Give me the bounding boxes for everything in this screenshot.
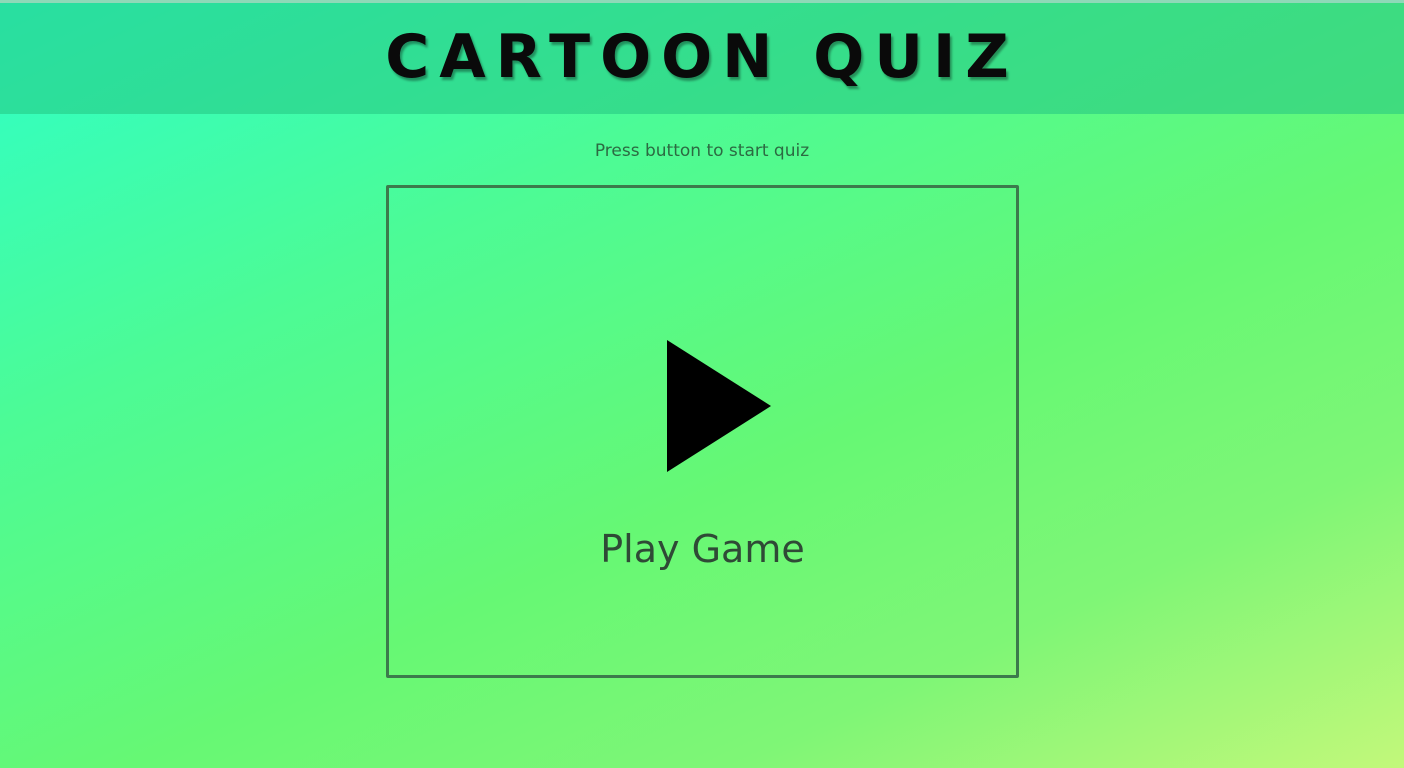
page-title: CARTOON QUIZ: [385, 22, 1019, 92]
play-game-label: Play Game: [600, 527, 805, 571]
play-icon: [667, 340, 771, 472]
play-game-button[interactable]: Play Game: [386, 185, 1019, 678]
header-bar: CARTOON QUIZ: [0, 0, 1404, 114]
start-instruction: Press button to start quiz: [594, 141, 810, 161]
